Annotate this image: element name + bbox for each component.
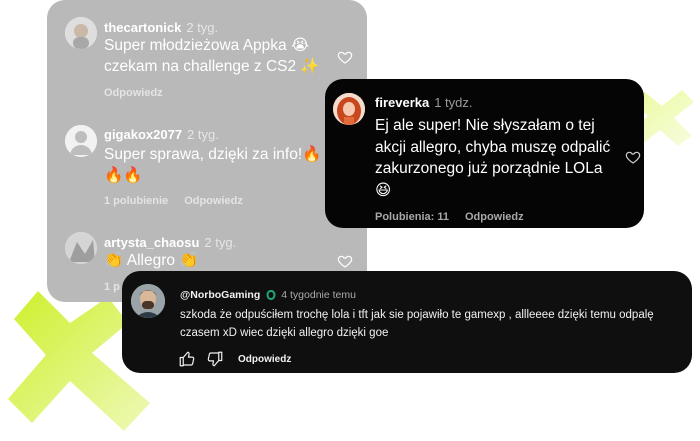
avatar-image <box>131 284 165 318</box>
reply-button[interactable]: Odpowiedz <box>238 354 291 365</box>
comment-text: Ej ale super! Nie słyszałam o tej akcji … <box>375 117 611 199</box>
thumb-down-icon[interactable] <box>206 350 224 368</box>
comment-meta: Odpowiedz <box>104 87 179 99</box>
comment-author[interactable]: thecartonick 2 tyg. <box>104 20 218 35</box>
comment-author[interactable]: fireverka 1 tydz. <box>375 95 473 110</box>
comment-time: 2 tyg. <box>204 235 237 250</box>
comment-author[interactable]: gigakox2077 2 tyg. <box>104 127 219 142</box>
comment-meta: Polubienia: 11 Odpowiedz <box>375 211 540 223</box>
comment-actions: Odpowiedz <box>178 350 291 368</box>
avatar-image <box>333 93 365 125</box>
comment-text: szkoda że odpuściłem trochę lola i tft j… <box>180 309 654 339</box>
comment-text: Super sprawa, dzięki za info!🔥🔥🔥 <box>104 146 322 184</box>
reply-button[interactable]: Odpowiedz <box>465 211 524 223</box>
likes-count[interactable]: 1 p <box>104 281 120 293</box>
heart-icon[interactable] <box>337 253 353 269</box>
thumb-up-icon[interactable] <box>178 350 196 368</box>
default-avatar-image <box>65 125 97 157</box>
comment-text: Super młodzieżowa Appka 😭 czekam na chal… <box>104 37 320 75</box>
youtube-comment-card: @NorboGaming 4 tygodnie temu szkoda że o… <box>122 271 692 373</box>
likes-count[interactable]: 1 polubienie <box>104 195 168 207</box>
avatar-image <box>65 232 97 264</box>
avatar[interactable] <box>65 17 97 49</box>
avatar[interactable] <box>333 93 365 125</box>
comment-time: 1 tydz. <box>434 95 473 110</box>
comment-author[interactable]: @NorboGaming 4 tygodnie temu <box>180 289 356 301</box>
featured-comment-card: fireverka 1 tydz. Ej ale super! Nie słysz… <box>325 79 644 228</box>
heart-icon[interactable] <box>337 49 353 65</box>
comment-author[interactable]: artysta_chaosu 2 tyg. <box>104 235 236 250</box>
comment-time: 4 tygodnie temu <box>281 289 356 301</box>
avatar-image <box>65 17 97 49</box>
comment-meta: 1 polubienie Odpowiedz <box>104 195 259 207</box>
comment-time: 2 tyg. <box>187 127 219 142</box>
reply-button[interactable]: Odpowiedz <box>104 87 163 99</box>
comment-text: 👏 Allegro 👏 <box>104 252 199 269</box>
comment-time: 2 tyg. <box>186 20 219 35</box>
heart-icon[interactable] <box>625 149 641 165</box>
member-badge-icon <box>266 290 276 300</box>
likes-count[interactable]: Polubienia: 11 <box>375 211 449 223</box>
avatar[interactable] <box>65 125 97 157</box>
reply-button[interactable]: Odpowiedz <box>184 195 243 207</box>
instagram-comments-card: thecartonick 2 tyg. Super młodzieżowa App… <box>47 0 367 302</box>
avatar[interactable] <box>65 232 97 264</box>
avatar[interactable] <box>131 284 165 318</box>
